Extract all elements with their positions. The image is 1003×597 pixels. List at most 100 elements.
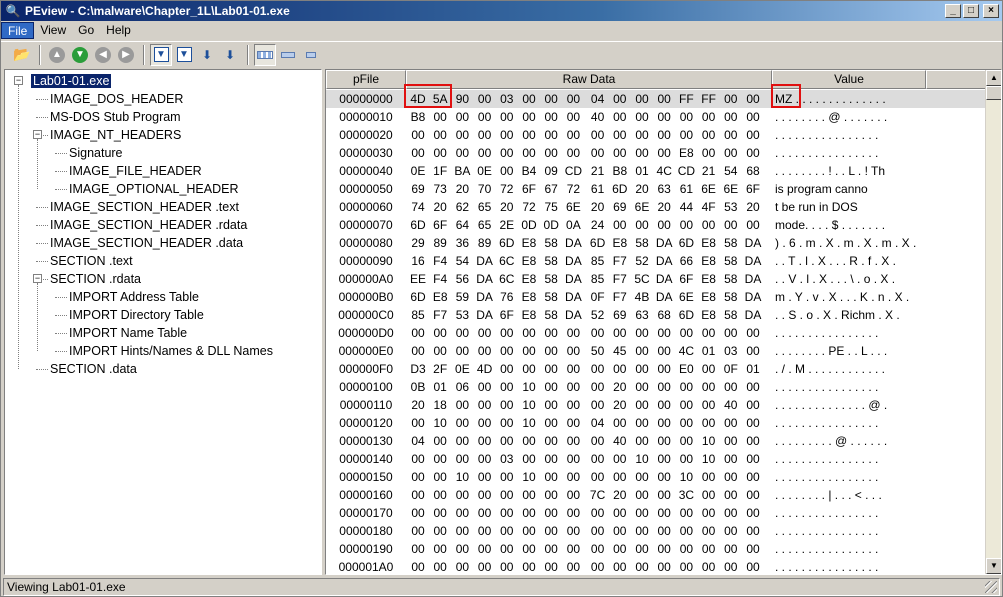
hex-byte: 00 (544, 362, 558, 376)
hex-row[interactable]: 00000060 74 20 62 65 20 72 75 6E 20 69 6E 20 44 4F 53 20… (326, 198, 986, 216)
hex-byte: 00 (566, 470, 581, 484)
hex-row[interactable]: 00000170 00 00 00 00 00 00 00 00 00 00 00 00 00 00 00 00… (326, 504, 986, 522)
open-icon[interactable]: 📂 (11, 44, 33, 66)
close-button[interactable]: × (983, 4, 999, 18)
menu-help[interactable]: Help (100, 22, 137, 39)
back-icon[interactable]: ◀ (92, 44, 114, 66)
hex-row[interactable]: 00000130 04 00 00 00 00 00 00 00 00 40 00 00 00 10 00 00… (326, 432, 986, 450)
hex-row[interactable]: 000000D0 00 00 00 00 00 00 00 00 00 00 00 00 00 00 00 00… (326, 324, 986, 342)
hex-byte: 00 (500, 560, 514, 574)
tree-node[interactable]: IMAGE_FILE_HEADER (69, 162, 202, 180)
hex-row[interactable]: 000000B0 6D E8 59 DA 76 E8 58 DA 0F F7 4B DA 6E E8 58 DA… (326, 288, 986, 306)
tree-node[interactable]: SECTION .rdata (50, 270, 141, 288)
hex-row[interactable]: 00000120 00 10 00 00 00 10 00 00 04 00 00 00 00 00 00 00… (326, 414, 986, 432)
hex-row[interactable]: 00000020 00 00 00 00 00 00 00 00 00 00 00 00 00 00 00 00… (326, 126, 986, 144)
hex-row[interactable]: 000000C0 85 F7 53 DA 6F E8 58 DA 52 69 63 68 6D E8 58 DA… (326, 306, 986, 324)
hex-byte: 58 (724, 290, 738, 304)
scroll-up-arrow-icon[interactable]: ▲ (986, 70, 1001, 86)
tree-node[interactable]: IMAGE_NT_HEADERS (50, 126, 181, 144)
tree-expander-icon[interactable]: − (33, 130, 42, 139)
section-icon[interactable]: ▼ (173, 44, 195, 66)
hex-row[interactable]: 00000030 00 00 00 00 00 00 00 00 00 00 00 00 E8 00 00 00… (326, 144, 986, 162)
tree-node[interactable]: IMPORT Hints/Names & DLL Names (69, 342, 273, 360)
hex-byte: 00 (590, 362, 605, 376)
hex-row[interactable]: 000000F0 D3 2F 0E 4D 00 00 00 00 00 00 00 00 E0 00 0F 01… (326, 360, 986, 378)
forward-icon[interactable]: ▶ (115, 44, 137, 66)
hex-byte: 00 (522, 110, 536, 124)
hex-byte: 29 (411, 236, 425, 250)
tree-expander-icon[interactable]: − (33, 274, 42, 283)
tree-node[interactable]: Lab01-01.exe (29, 72, 113, 90)
hex-row[interactable]: 00000100 0B 01 06 00 00 10 00 00 00 20 00 00 00 00 00 00… (326, 378, 986, 396)
menu-file[interactable]: File (1, 22, 35, 39)
tree-expander-icon[interactable]: − (14, 76, 23, 85)
dword-view-icon[interactable] (277, 44, 299, 66)
hex-byte: 00 (746, 218, 760, 232)
hex-row[interactable]: 00000080 29 89 36 89 6D E8 58 DA 6D E8 58 DA 6D E8 58 DA… (326, 234, 986, 252)
hex-byte: 50 (590, 344, 605, 358)
scroll-thumb[interactable] (986, 86, 1001, 100)
hex-byte: 4F (701, 200, 716, 214)
hex-byte: DA (744, 272, 762, 286)
menu-view[interactable]: View (34, 22, 72, 39)
hex-row[interactable]: 00000160 00 00 00 00 00 00 00 00 7C 20 00 00 3C 00 00 00… (326, 486, 986, 504)
hex-byte: 70 (477, 182, 492, 196)
hex-row[interactable]: 000000A0 EE F4 56 DA 6C E8 58 DA 85 F7 5C DA 6F E8 58 DA… (326, 270, 986, 288)
tree-node[interactable]: SECTION .data (50, 360, 137, 378)
word-view-icon[interactable] (300, 44, 322, 66)
hex-row[interactable]: 00000140 00 00 00 00 03 00 00 00 00 00 10 00 00 10 00 00… (326, 450, 986, 468)
minimize-button[interactable]: _ (945, 4, 961, 18)
header-icon[interactable]: ▼ (150, 43, 172, 66)
header-pfile[interactable]: pFile (326, 70, 406, 89)
hex-row[interactable]: 00000010 B8 00 00 00 00 00 00 00 40 00 00 00 00 00 00 00… (326, 108, 986, 126)
hex-byte: 00 (566, 434, 581, 448)
hex-row[interactable]: 00000040 0E 1F BA 0E 00 B4 09 CD 21 B8 01 4C CD 21 54 68… (326, 162, 986, 180)
tree-node[interactable]: IMAGE_DOS_HEADER (50, 90, 183, 108)
back-gray-icon[interactable]: ▲ (46, 44, 68, 66)
tree-node[interactable]: IMPORT Address Table (69, 288, 199, 306)
hex-row[interactable]: 000001A0 00 00 00 00 00 00 00 00 00 00 00 00 00 00 00 00… (326, 558, 986, 574)
maximize-button[interactable]: □ (963, 4, 979, 18)
tree-node[interactable]: IMPORT Name Table (69, 324, 187, 342)
hex-view[interactable]: pFile Raw Data Value 00000000 4D 5A 90 00 03 0… (325, 69, 1002, 575)
header-raw-data[interactable]: Raw Data (406, 70, 772, 89)
hex-row[interactable]: 00000150 00 00 10 00 00 10 00 00 00 00 00 00 10 00 00 00… (326, 468, 986, 486)
prev-icon[interactable]: ⬇ (196, 44, 218, 66)
tree-node[interactable]: SECTION .text (50, 252, 133, 270)
forward-green-icon[interactable]: ▼ (69, 44, 91, 66)
tree-node[interactable]: Signature (69, 144, 123, 162)
hex-row[interactable]: 00000050 69 73 20 70 72 6F 67 72 61 6D 20 63 61 6E 6E 6F… (326, 180, 986, 198)
hex-byte: 4C (678, 344, 695, 358)
tree-connector (55, 315, 67, 316)
menu-go[interactable]: Go (72, 22, 100, 39)
hex-byte: 09 (544, 164, 558, 178)
next-icon[interactable]: ⬇ (219, 44, 241, 66)
hex-byte: 00 (566, 452, 581, 466)
resize-grip-icon[interactable] (985, 581, 997, 593)
hex-row[interactable]: 00000070 6D 6F 64 65 2E 0D 0D 0A 24 00 00 00 00 00 00 00… (326, 216, 986, 234)
tree-node[interactable]: IMAGE_SECTION_HEADER .data (50, 234, 243, 252)
hex-byte: 01 (701, 344, 716, 358)
hex-byte: DA (565, 254, 582, 268)
tree-node[interactable]: IMAGE_SECTION_HEADER .text (50, 198, 239, 216)
hex-byte: 00 (500, 488, 514, 502)
hex-byte: 20 (613, 380, 627, 394)
tree-node-label: IMAGE_SECTION_HEADER .data (50, 236, 244, 250)
hex-row[interactable]: 00000110 20 18 00 00 00 10 00 00 00 20 00 00 00 00 40 00… (326, 396, 986, 414)
title-bar[interactable]: 🔍 PEview - C:\malware\Chapter_1L\Lab01-0… (1, 1, 1002, 21)
hex-row[interactable]: 00000190 00 00 00 00 00 00 00 00 00 00 00 00 00 00 00 00… (326, 540, 986, 558)
hex-byte: 00 (522, 326, 536, 340)
scroll-down-arrow-icon[interactable]: ▼ (986, 558, 1001, 574)
tree-node[interactable]: IMPORT Directory Table (69, 306, 204, 324)
vertical-scrollbar[interactable]: ▲ ▼ (985, 70, 1001, 574)
tree-node[interactable]: IMAGE_SECTION_HEADER .rdata (50, 216, 247, 234)
tree-node[interactable]: MS-DOS Stub Program (50, 108, 181, 126)
hex-row[interactable]: 000000E0 00 00 00 00 00 00 00 00 50 45 00 00 4C 01 03 00… (326, 342, 986, 360)
hex-row[interactable]: 00000090 16 F4 54 DA 6C E8 58 DA 85 F7 52 DA 66 E8 58 DA… (326, 252, 986, 270)
hex-view-icon[interactable] (254, 43, 276, 66)
hex-ascii-value: . . . . . . . . . . . . . . . . (775, 380, 879, 394)
tree-node[interactable]: IMAGE_OPTIONAL_HEADER (69, 180, 239, 198)
hex-row[interactable]: 00000180 00 00 00 00 00 00 00 00 00 00 00 00 00 00 00 00… (326, 522, 986, 540)
hex-byte: 00 (566, 524, 581, 538)
structure-tree[interactable]: Lab01-01.exe − IMAGE_DOS_HEADER MS-DOS Stub… (4, 69, 322, 575)
